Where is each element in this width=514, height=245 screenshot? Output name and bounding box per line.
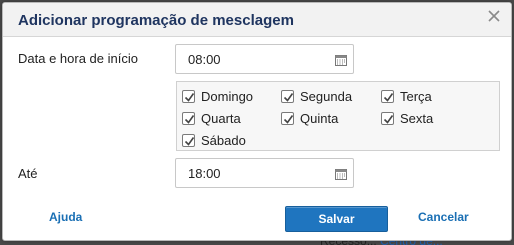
- checkbox[interactable]: [182, 133, 195, 147]
- checkbox[interactable]: [182, 89, 195, 103]
- checkmark-icon: [184, 136, 195, 146]
- day-checkbox-thursday[interactable]: Quinta: [281, 109, 338, 127]
- day-label: Terça: [400, 88, 432, 104]
- dialog-header: Adicionar programação de mesclagem: [3, 3, 511, 37]
- end-time-field[interactable]: [175, 158, 354, 188]
- day-checkbox-monday[interactable]: Segunda: [281, 87, 352, 105]
- day-checkbox-saturday[interactable]: Sábado: [182, 131, 246, 149]
- day-label: Segunda: [300, 88, 353, 104]
- checkbox[interactable]: [381, 89, 394, 103]
- days-of-week-group: Domingo Segunda Terça Quarta Quinta Sext…: [176, 81, 500, 151]
- close-icon[interactable]: [485, 7, 503, 25]
- calendar-icon[interactable]: [335, 53, 347, 66]
- checkmark-icon: [283, 92, 294, 102]
- dialog-title: Adicionar programação de mesclagem: [18, 12, 294, 29]
- checkbox[interactable]: [281, 89, 294, 103]
- start-label: Data e hora de início: [18, 51, 138, 66]
- checkmark-icon: [184, 114, 195, 124]
- day-checkbox-sunday[interactable]: Domingo: [182, 87, 253, 105]
- calendar-icon[interactable]: [335, 167, 347, 180]
- checkmark-icon: [283, 114, 294, 124]
- checkbox[interactable]: [281, 111, 294, 125]
- checkmark-icon: [383, 114, 394, 124]
- help-link[interactable]: Ajuda: [49, 210, 82, 224]
- day-checkbox-tuesday[interactable]: Terça: [381, 87, 432, 105]
- day-label: Sexta: [400, 110, 434, 126]
- start-time-field[interactable]: [175, 44, 354, 74]
- day-label: Quarta: [201, 110, 241, 126]
- cancel-link[interactable]: Cancelar: [418, 210, 469, 224]
- day-label: Quinta: [300, 110, 339, 126]
- checkbox[interactable]: [381, 111, 394, 125]
- merge-schedule-dialog: Adicionar programação de mesclagem Data …: [2, 2, 512, 241]
- checkbox[interactable]: [182, 111, 195, 125]
- checkmark-icon: [184, 92, 195, 102]
- day-checkbox-wednesday[interactable]: Quarta: [182, 109, 241, 127]
- day-checkbox-friday[interactable]: Sexta: [381, 109, 433, 127]
- save-button[interactable]: Salvar: [285, 206, 388, 232]
- checkmark-icon: [383, 92, 394, 102]
- end-time-input[interactable]: [176, 159, 326, 187]
- start-time-input[interactable]: [176, 45, 326, 73]
- day-label: Domingo: [201, 88, 254, 104]
- day-label: Sábado: [201, 132, 246, 148]
- until-label: Até: [18, 166, 38, 181]
